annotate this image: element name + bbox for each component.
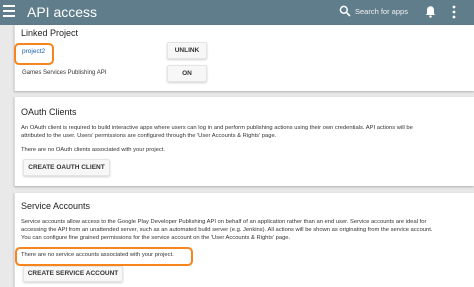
service-accounts-heading: Service Accounts	[21, 201, 91, 211]
menu-icon[interactable]	[3, 5, 15, 17]
search-icon[interactable]	[339, 5, 351, 17]
games-services-toggle-button[interactable]: ON	[167, 65, 207, 82]
service-empty-highlight-box	[15, 247, 193, 266]
oauth-empty-message: There are no OAuth clients associated wi…	[21, 147, 166, 153]
linked-project-card: Linked Project project2 UNLINK Games Ser…	[14, 25, 474, 91]
search-box[interactable]: Search for apps	[339, 5, 414, 20]
bell-icon[interactable]	[425, 5, 436, 18]
oauth-heading: OAuth Clients	[21, 107, 77, 117]
service-accounts-card: Service Accounts Service accounts allow …	[14, 193, 474, 287]
service-description-line-3: You can configure fine grained permissio…	[21, 235, 291, 241]
project-highlight-box	[14, 43, 54, 65]
oauth-clients-card: OAuth Clients An OAuth client is require…	[14, 97, 474, 186]
search-placeholder[interactable]: Search for apps	[355, 7, 408, 16]
unlink-button[interactable]: UNLINK	[167, 42, 207, 59]
top-app-bar: API access Search for apps	[0, 0, 474, 25]
more-vert-icon[interactable]	[452, 5, 456, 19]
oauth-description-line-2: attributed to the user. Users' permissio…	[21, 133, 277, 139]
linked-project-heading: Linked Project	[21, 28, 79, 38]
create-oauth-client-button[interactable]: CREATE OAUTH CLIENT	[23, 159, 110, 176]
games-services-api-label: Games Services Publishing API	[22, 70, 107, 76]
create-service-account-button[interactable]: CREATE SERVICE ACCOUNT	[23, 266, 123, 282]
page-title: API access	[27, 4, 98, 20]
